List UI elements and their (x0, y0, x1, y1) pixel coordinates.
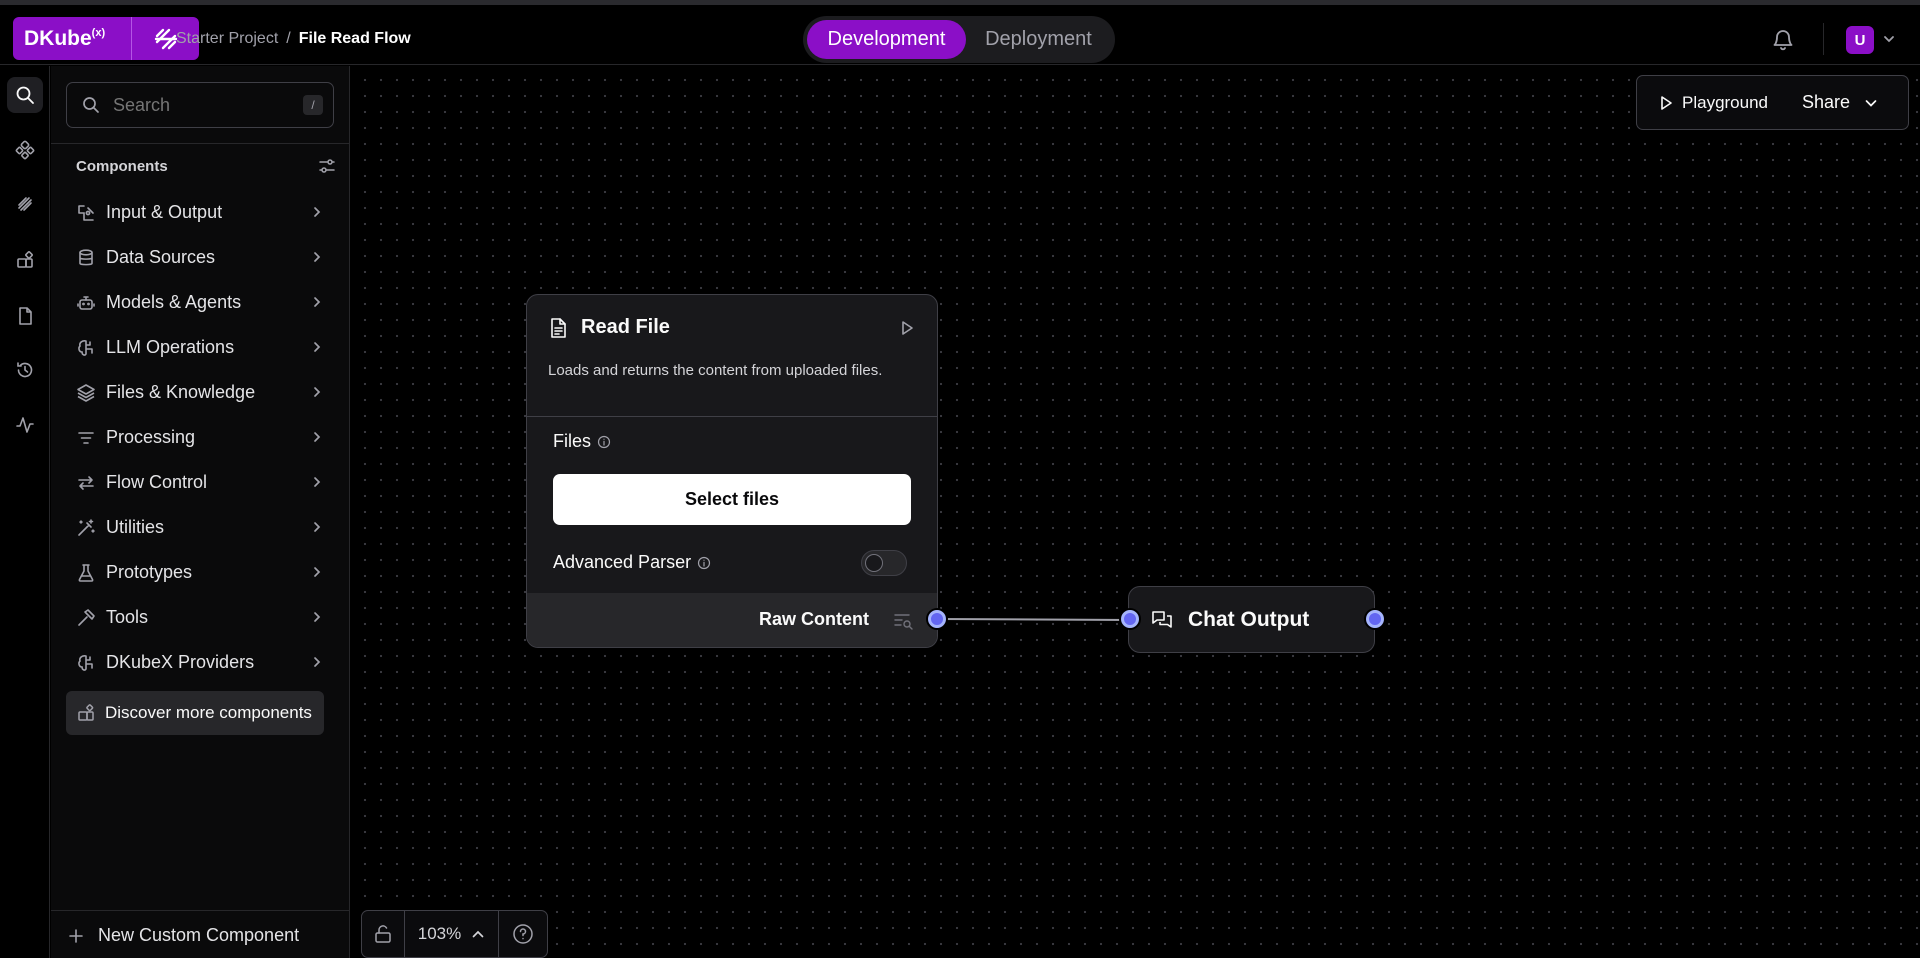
read-file-node[interactable]: Read File Loads and returns the content … (526, 294, 938, 648)
info-icon[interactable] (597, 435, 611, 449)
chat-output-output-handle[interactable] (1366, 610, 1384, 628)
play-icon[interactable] (899, 320, 915, 336)
read-file-output-handle[interactable] (928, 610, 946, 628)
unlock-icon (375, 925, 391, 943)
node-title: Read File (581, 316, 670, 338)
output-label: Raw Content (759, 609, 869, 629)
playground-button[interactable]: Playground (1658, 93, 1768, 113)
info-icon[interactable] (697, 556, 711, 570)
chevron-up-icon (472, 930, 484, 938)
chat-output-input-handle[interactable] (1121, 610, 1139, 628)
advanced-parser-toggle[interactable] (861, 550, 907, 576)
advanced-parser-label: Advanced Parser (553, 552, 711, 573)
divider (527, 416, 937, 417)
help-button[interactable] (499, 910, 547, 958)
edge-layer (936, 618, 1131, 621)
share-button[interactable]: Share (1802, 92, 1878, 113)
help-circle-icon (513, 924, 533, 944)
canvas-bottom-controls: 103% (361, 910, 548, 958)
select-files-button[interactable]: Select files (553, 474, 911, 525)
text-search-icon[interactable] (894, 612, 914, 630)
files-label-text: Files (553, 431, 592, 451)
zoom-level: 103% (417, 924, 462, 943)
chat-output-node[interactable]: Chat Output (1128, 586, 1375, 653)
lock-button[interactable] (362, 910, 405, 958)
node-title: Chat Output (1188, 607, 1310, 631)
chevron-down-icon (1865, 99, 1877, 107)
messages-icon (1152, 610, 1172, 628)
playground-label: Playground (1682, 92, 1769, 112)
node-header: Read File (547, 316, 670, 339)
files-field-label: Files (553, 431, 611, 452)
share-label: Share (1802, 92, 1851, 112)
canvas-toolbar: Playground Share (1636, 75, 1909, 130)
node-description: Loads and returns the content from uploa… (548, 362, 883, 379)
file-text-icon (551, 317, 566, 338)
node-output-row: Raw Content (527, 593, 937, 647)
zoom-control[interactable]: 103% (405, 910, 499, 958)
edge-read-file-to-chat-output[interactable] (936, 618, 1131, 621)
advanced-parser-label-text: Advanced Parser (553, 552, 692, 572)
play-icon (1661, 95, 1672, 110)
toggle-knob (865, 554, 883, 572)
